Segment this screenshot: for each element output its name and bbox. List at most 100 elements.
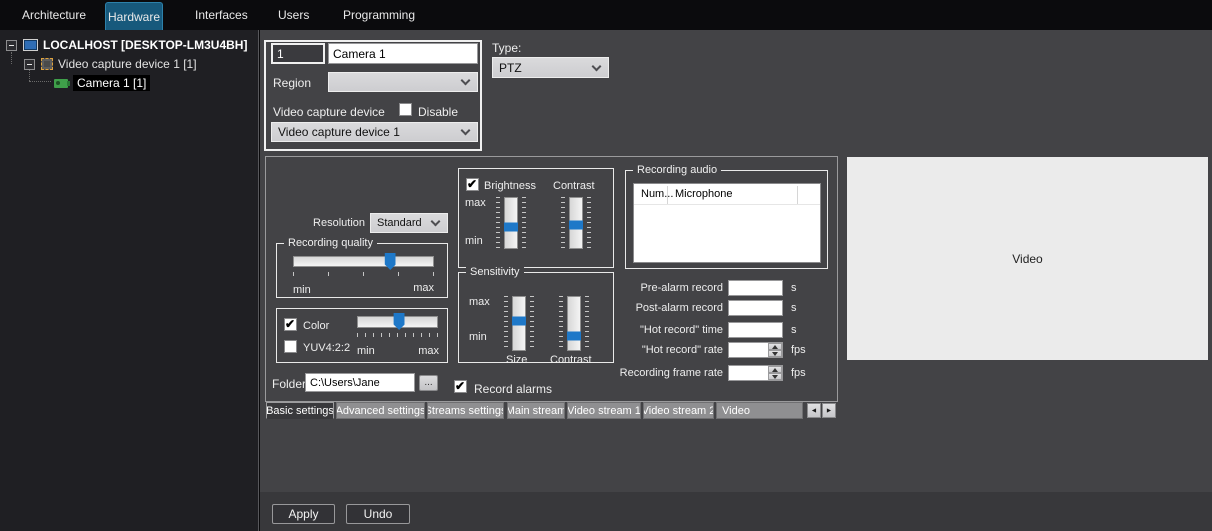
- hot-record-rate-input[interactable]: [729, 343, 769, 357]
- pre-alarm-record-input[interactable]: [729, 281, 782, 295]
- post-alarm-record-unit: s: [791, 302, 797, 314]
- nav-item-architecture[interactable]: Architecture: [22, 0, 86, 30]
- video-preview: Video: [847, 157, 1208, 360]
- chevron-down-icon: [431, 217, 441, 227]
- slider-ticks: [357, 333, 439, 337]
- tab-streams-settings[interactable]: Streams settings: [427, 402, 504, 419]
- type-dropdown[interactable]: PTZ: [492, 57, 609, 78]
- slider-thumb[interactable]: [567, 331, 581, 340]
- slider-thumb[interactable]: [385, 253, 396, 270]
- resolution-dropdown[interactable]: Standard: [370, 213, 448, 233]
- computer-icon: [23, 39, 38, 51]
- pre-alarm-record-field: [728, 280, 783, 296]
- recording-audio-table[interactable]: Num... Microphone: [633, 183, 821, 263]
- region-dropdown[interactable]: [328, 72, 478, 92]
- tab-video-stream-2[interactable]: Video stream 2: [643, 402, 714, 419]
- recording-quality-group: Recording quality min max: [276, 243, 448, 298]
- slider-ticks: [587, 197, 591, 249]
- recording-audio-group: Recording audio Num... Microphone: [625, 170, 828, 269]
- app-window: Architecture Hardware Interfaces Users P…: [0, 0, 1212, 531]
- spin-up-button[interactable]: [768, 366, 782, 373]
- tree-item-capture-device[interactable]: Video capture device 1 [1]: [24, 56, 197, 72]
- tab-basic-settings[interactable]: Basic settings: [266, 402, 334, 419]
- sensitivity-size-slider[interactable]: [502, 296, 536, 351]
- slider-thumb[interactable]: [504, 222, 518, 231]
- recording-quality-slider[interactable]: [293, 256, 434, 267]
- min-label: min: [465, 235, 483, 247]
- slider-ticks: [496, 197, 500, 249]
- recording-audio-title: Recording audio: [633, 164, 721, 176]
- yuv-label: YUV4:2:2: [303, 342, 350, 354]
- nav-item-users[interactable]: Users: [278, 0, 309, 30]
- tab-video[interactable]: Video: [716, 402, 803, 419]
- camera-name-input[interactable]: [328, 43, 478, 64]
- tab-scroll-left-button[interactable]: [807, 403, 821, 418]
- slider-ticks: [504, 296, 508, 351]
- post-alarm-record-label: Post-alarm record: [609, 302, 723, 314]
- color-checkbox[interactable]: [284, 318, 297, 331]
- column-separator: [797, 186, 798, 204]
- collapse-icon[interactable]: [24, 59, 35, 70]
- yuv-checkbox[interactable]: [284, 340, 297, 353]
- device-tree-panel: LOCALHOST [DESKTOP-LM3U4BH] Video captur…: [0, 30, 259, 531]
- recording-frame-rate-input[interactable]: [729, 366, 769, 380]
- brightness-contrast-slider[interactable]: [559, 197, 593, 249]
- tree-item-label: LOCALHOST [DESKTOP-LM3U4BH]: [43, 38, 247, 52]
- camera-id-input[interactable]: [271, 43, 325, 64]
- nav-item-hardware[interactable]: Hardware: [105, 2, 163, 30]
- slider-thumb[interactable]: [569, 220, 583, 229]
- slider-ticks: [522, 197, 526, 249]
- apply-button[interactable]: Apply: [272, 504, 335, 524]
- collapse-icon[interactable]: [6, 40, 17, 51]
- spin-up-button[interactable]: [768, 343, 782, 350]
- brightness-group: Brightness Contrast max min: [458, 168, 614, 268]
- folder-label: Folder: [272, 377, 306, 391]
- nav-item-programming[interactable]: Programming: [343, 0, 415, 30]
- tree-item-localhost[interactable]: LOCALHOST [DESKTOP-LM3U4BH]: [6, 37, 247, 53]
- hot-record-time-input[interactable]: [729, 323, 782, 337]
- browse-button[interactable]: ...: [419, 375, 438, 391]
- max-label: max: [394, 282, 434, 294]
- tab-scroll-right-button[interactable]: [822, 403, 836, 418]
- tree-item-camera[interactable]: Camera 1 [1]: [54, 74, 150, 92]
- type-dropdown-value: PTZ: [499, 61, 522, 75]
- brightness-checkbox[interactable]: [466, 178, 479, 191]
- tab-video-stream-1[interactable]: Video stream 1: [567, 402, 641, 419]
- tab-main-stream[interactable]: Main stream: [507, 402, 565, 419]
- hot-record-time-field: [728, 322, 783, 338]
- spinner: [768, 366, 782, 380]
- post-alarm-record-input[interactable]: [729, 301, 782, 315]
- spin-down-button[interactable]: [768, 373, 782, 380]
- sensitivity-title: Sensitivity: [466, 266, 524, 278]
- tab-advanced-settings[interactable]: Advanced settings: [336, 402, 425, 419]
- video-preview-label: Video: [1012, 252, 1042, 266]
- chevron-down-icon: [461, 126, 471, 136]
- max-label: max: [465, 197, 486, 209]
- record-alarms-checkbox[interactable]: [454, 380, 467, 393]
- hot-record-time-label: "Hot record" time: [609, 324, 723, 336]
- color-group: Color YUV4:2:2 min max: [276, 308, 448, 363]
- video-capture-device-dropdown[interactable]: Video capture device 1: [271, 122, 478, 142]
- disable-label: Disable: [418, 105, 458, 119]
- slider-thumb[interactable]: [512, 316, 526, 325]
- tree-guide-line: [29, 81, 51, 82]
- color-slider[interactable]: [357, 316, 438, 328]
- sensitivity-contrast-slider[interactable]: [557, 296, 591, 351]
- min-label: min: [469, 331, 487, 343]
- max-label: max: [469, 296, 490, 308]
- disable-checkbox[interactable]: [399, 103, 412, 116]
- tree-guide-line: [11, 52, 12, 64]
- nav-item-interfaces[interactable]: Interfaces: [195, 0, 248, 30]
- slider-ticks: [585, 296, 589, 351]
- folder-input[interactable]: [305, 373, 415, 392]
- hot-record-rate-unit: fps: [791, 344, 806, 356]
- brightness-slider[interactable]: [494, 197, 528, 249]
- pre-alarm-record-label: Pre-alarm record: [609, 282, 723, 294]
- nav-bar: Architecture Hardware Interfaces Users P…: [0, 0, 1212, 30]
- recording-frame-rate-unit: fps: [791, 367, 806, 379]
- spin-down-button[interactable]: [768, 350, 782, 357]
- column-separator: [667, 186, 668, 204]
- type-label: Type:: [492, 41, 521, 55]
- undo-button[interactable]: Undo: [346, 504, 410, 524]
- video-capture-device-label: Video capture device: [273, 105, 385, 119]
